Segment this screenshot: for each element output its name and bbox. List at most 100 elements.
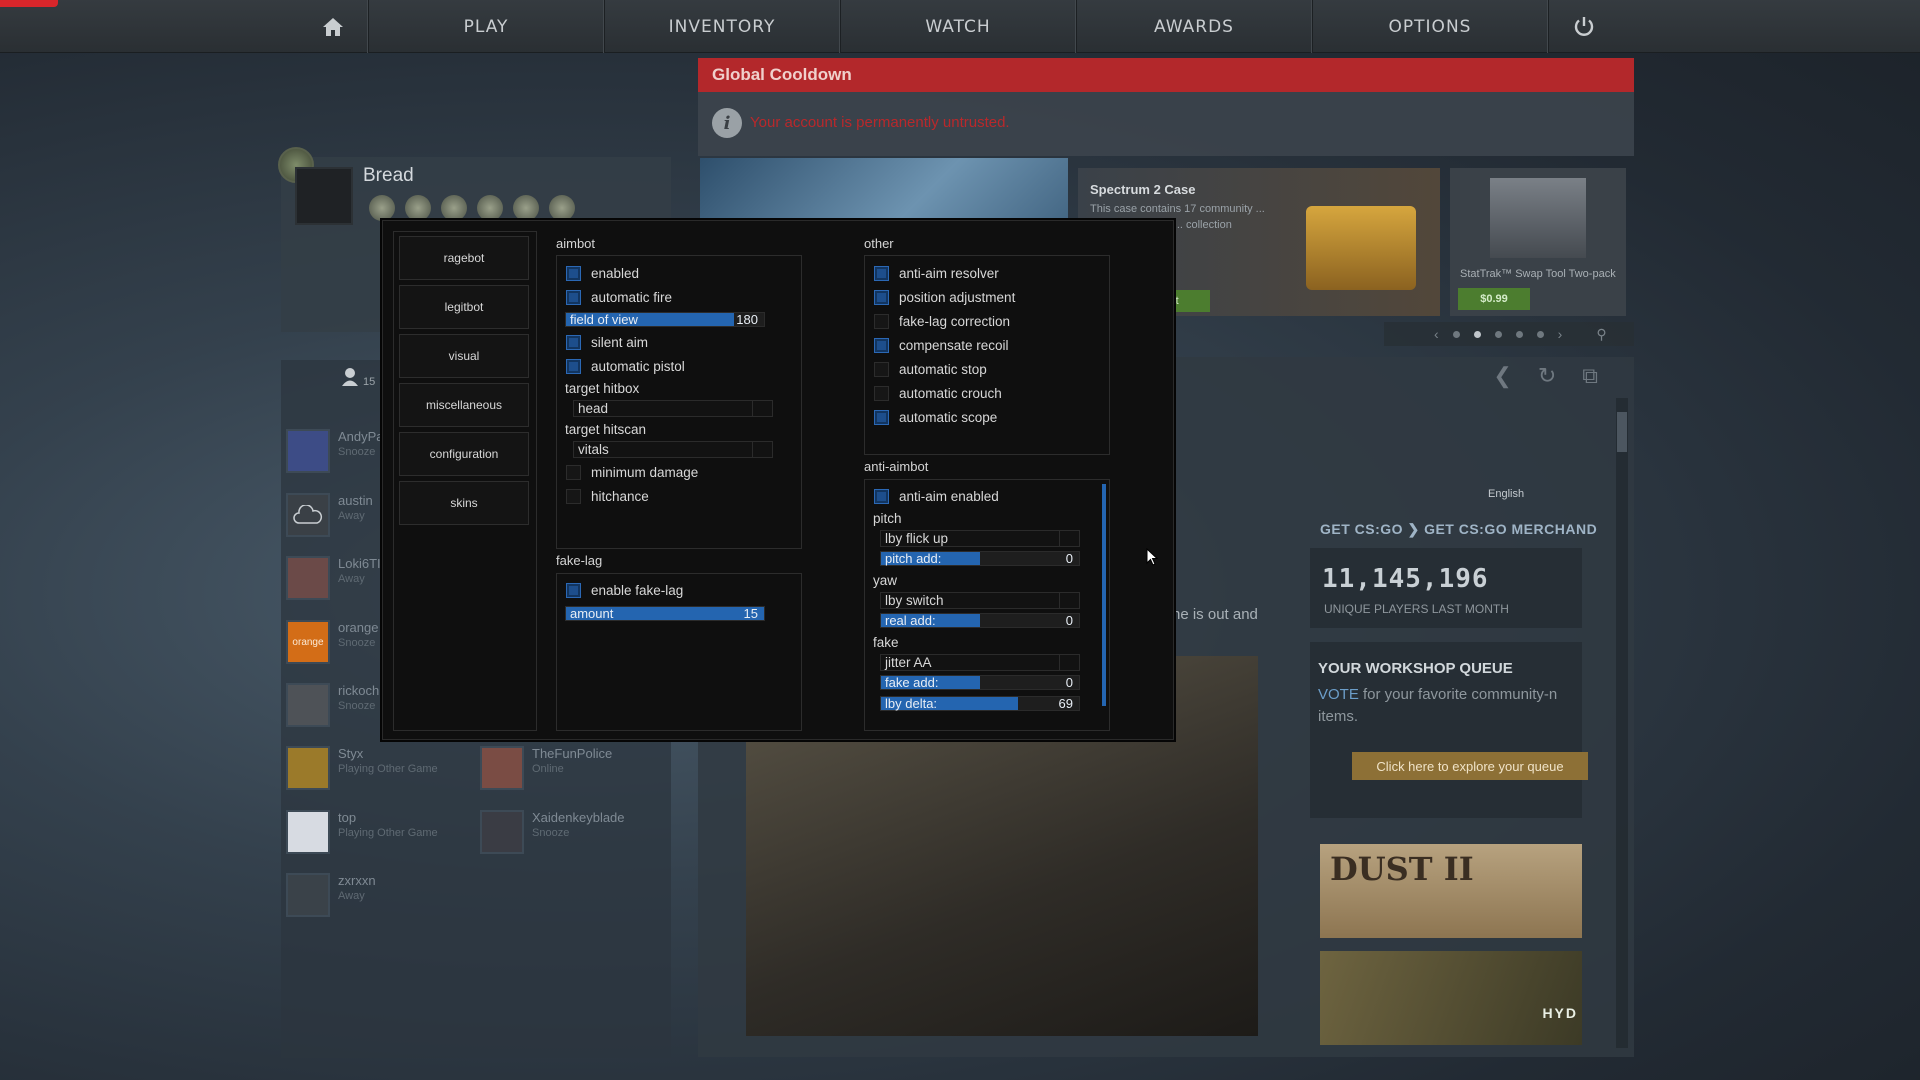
home-button[interactable] <box>298 0 368 53</box>
price-button[interactable]: $0.99 <box>1458 288 1530 310</box>
aimbot-hitchance[interactable]: hitchance <box>566 489 649 504</box>
get-csgo-links[interactable]: GET CS:GO ❯ GET CS:GO MERCHAND <box>1320 521 1597 538</box>
nav-options[interactable]: OPTIONS <box>1312 0 1548 53</box>
fake-select[interactable]: jitter AA <box>880 654 1080 671</box>
checkbox[interactable] <box>566 266 581 281</box>
checkbox[interactable] <box>874 290 889 305</box>
nav-watch[interactable]: WATCH <box>840 0 1076 53</box>
tab-legitbot[interactable]: legitbot <box>399 285 529 329</box>
medal-icon[interactable] <box>405 195 431 221</box>
friend-item[interactable]: Loki6TI Away <box>286 556 381 600</box>
checkbox[interactable] <box>566 489 581 504</box>
language-select[interactable]: English <box>1488 488 1524 500</box>
carousel-dot[interactable] <box>1494 330 1502 338</box>
compensate-recoil[interactable]: compensate recoil <box>874 338 1009 353</box>
chevron-right-icon[interactable]: › <box>1558 326 1563 342</box>
tab-configuration[interactable]: configuration <box>399 432 529 476</box>
aimbot-silent-aim[interactable]: silent aim <box>566 335 648 350</box>
back-icon[interactable]: ❮ <box>1493 363 1511 389</box>
friend-item[interactable]: austin Away <box>286 493 373 537</box>
store-item-swaptool[interactable]: StatTrak™ Swap Tool Two-pack $0.99 <box>1450 168 1626 316</box>
carousel-dot[interactable] <box>1452 330 1460 338</box>
friend-item[interactable]: rickoch Snooze <box>286 683 379 727</box>
news-scrollbar[interactable] <box>1616 398 1628 1048</box>
dropdown-arrow <box>752 442 772 457</box>
checkbox[interactable] <box>566 335 581 350</box>
scroll-thumb[interactable] <box>1617 412 1627 452</box>
explore-queue-button[interactable]: Click here to explore your queue <box>1352 752 1588 780</box>
checkbox[interactable] <box>874 266 889 281</box>
automatic-scope[interactable]: automatic scope <box>874 410 997 425</box>
friend-item[interactable]: AndyPa Snooze <box>286 429 384 473</box>
tab-miscellaneous[interactable]: miscellaneous <box>399 383 529 427</box>
checkbox[interactable] <box>566 583 581 598</box>
fakelag-amount-slider[interactable]: amount 15 <box>565 606 765 621</box>
carousel-dot[interactable] <box>1473 330 1481 338</box>
refresh-icon[interactable]: ↻ <box>1538 363 1556 389</box>
medal-icon[interactable] <box>513 195 539 221</box>
chevron-left-icon[interactable]: ‹ <box>1434 326 1439 342</box>
target-hitscan-select[interactable]: vitals <box>573 441 773 458</box>
tab-skins[interactable]: skins <box>399 481 529 525</box>
fov-slider[interactable]: field of view 180 <box>565 312 765 327</box>
players-label: UNIQUE PLAYERS LAST MONTH <box>1324 602 1509 616</box>
tab-ragebot[interactable]: ragebot <box>399 236 529 280</box>
checkbox[interactable] <box>874 410 889 425</box>
friend-item[interactable]: TheFunPolice Online <box>480 746 612 790</box>
friend-item[interactable]: Xaidenkeyblade Snooze <box>480 810 625 854</box>
friend-avatar <box>286 810 330 854</box>
antiaim-scrollbar[interactable] <box>1102 484 1106 706</box>
pitch-select[interactable]: lby flick up <box>880 530 1080 547</box>
nav-play[interactable]: PLAY <box>368 0 604 53</box>
vote-link[interactable]: VOTE <box>1318 686 1359 703</box>
map-dust2[interactable]: DUST II <box>1320 844 1582 938</box>
checkbox[interactable] <box>874 338 889 353</box>
aimbot-minimum-damage[interactable]: minimum damage <box>566 465 698 480</box>
tab-visual[interactable]: visual <box>399 334 529 378</box>
automatic-crouch[interactable]: automatic crouch <box>874 386 1002 401</box>
medal-icon[interactable] <box>441 195 467 221</box>
avatar[interactable] <box>295 167 353 225</box>
friend-item[interactable]: zxrxxn Away <box>286 873 376 917</box>
yaw-select[interactable]: lby switch <box>880 592 1080 609</box>
checkbox[interactable] <box>566 290 581 305</box>
checkbox[interactable] <box>874 386 889 401</box>
anti-aim-resolver[interactable]: anti-aim resolver <box>874 266 999 281</box>
power-button[interactable] <box>1548 0 1618 53</box>
fake-add-slider[interactable]: fake add: 0 <box>880 675 1080 690</box>
medal-icon[interactable] <box>369 195 395 221</box>
checkbox[interactable] <box>874 489 889 504</box>
anti-aim-enabled[interactable]: anti-aim enabled <box>874 489 999 504</box>
pitch-add-slider[interactable]: pitch add: 0 <box>880 551 1080 566</box>
nav-inventory[interactable]: INVENTORY <box>604 0 840 53</box>
checkbox[interactable] <box>566 359 581 374</box>
checkbox[interactable] <box>566 465 581 480</box>
aimbot-automatic-pistol[interactable]: automatic pistol <box>566 359 685 374</box>
cooldown-title: Global Cooldown <box>698 58 1634 92</box>
aimbot-automatic-fire[interactable]: automatic fire <box>566 290 672 305</box>
enable-fakelag[interactable]: enable fake-lag <box>566 583 683 598</box>
checkbox[interactable] <box>874 362 889 377</box>
medal-icon[interactable] <box>477 195 503 221</box>
automatic-stop[interactable]: automatic stop <box>874 362 987 377</box>
target-hitbox-select[interactable]: head <box>573 400 773 417</box>
aimbot-enabled[interactable]: enabled <box>566 266 639 281</box>
position-adjustment[interactable]: position adjustment <box>874 290 1015 305</box>
external-link-icon[interactable]: ⧉ <box>1582 363 1598 389</box>
friend-avatar <box>480 746 524 790</box>
checkbox[interactable] <box>874 314 889 329</box>
friend-item[interactable]: Styx Playing Other Game <box>286 746 438 790</box>
cheat-menu-window[interactable]: ragebot legitbot visual miscellaneous co… <box>382 220 1174 740</box>
nav-awards[interactable]: AWARDS <box>1076 0 1312 53</box>
lby-delta-slider[interactable]: lby delta: 69 <box>880 696 1080 711</box>
fakelag-correction[interactable]: fake-lag correction <box>874 314 1010 329</box>
search-icon[interactable]: ⚲ <box>1596 326 1606 343</box>
map-hydra[interactable]: HYD <box>1320 951 1582 1045</box>
friend-item[interactable]: top Playing Other Game <box>286 810 438 854</box>
friend-item[interactable]: orange orange Snooze <box>286 620 378 664</box>
real-add-slider[interactable]: real add: 0 <box>880 613 1080 628</box>
carousel-dot[interactable] <box>1536 330 1544 338</box>
carousel-dot[interactable] <box>1515 330 1523 338</box>
player-stats: 11,145,196 UNIQUE PLAYERS LAST MONTH <box>1310 548 1582 628</box>
medal-icon[interactable] <box>549 195 575 221</box>
